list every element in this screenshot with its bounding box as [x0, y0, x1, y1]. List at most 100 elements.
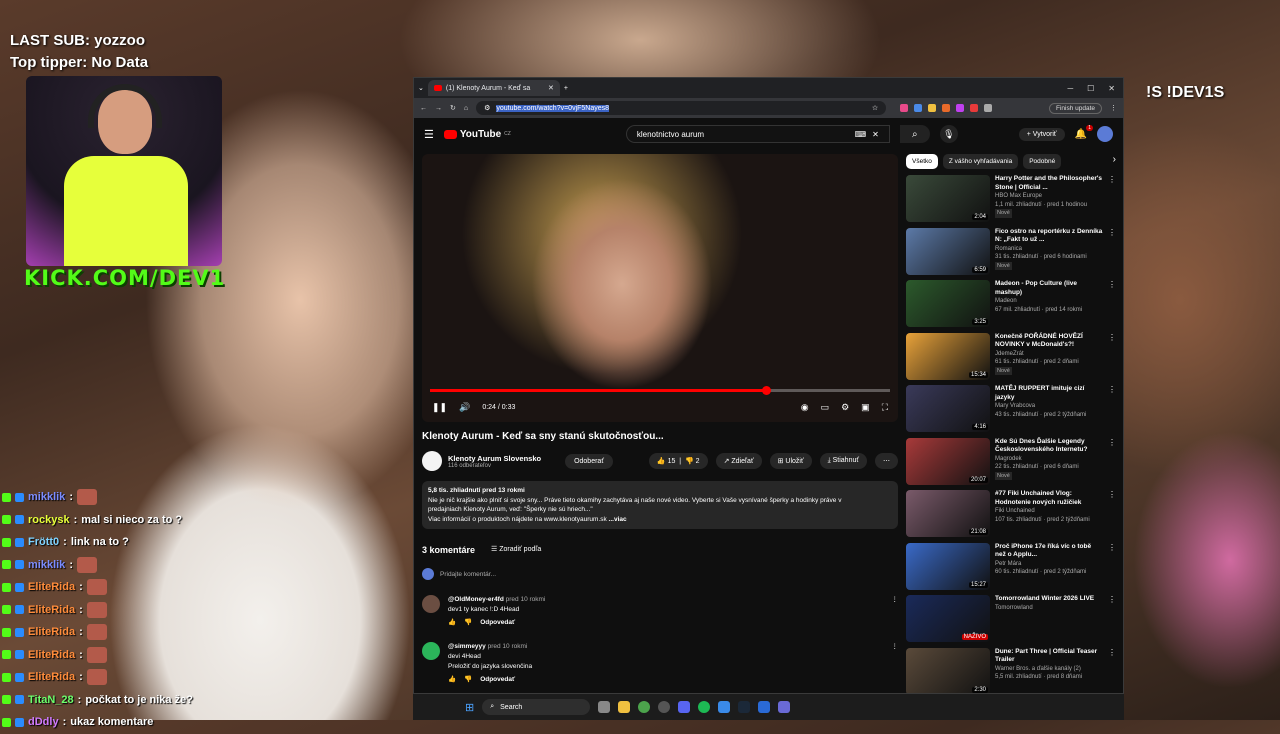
download-button[interactable]: ⤓ Stiahnuť — [819, 453, 867, 469]
chat-username[interactable]: EliteRida — [28, 626, 75, 638]
steam-icon[interactable] — [738, 701, 751, 713]
comment-menu-icon[interactable]: ⋮ — [892, 642, 899, 685]
comment-like-icon[interactable]: 👍 — [448, 618, 456, 628]
voice-search-icon[interactable]: 🎙 — [939, 125, 958, 143]
subtitles-icon[interactable]: ▭ — [821, 402, 830, 413]
notifications-icon[interactable]: 🔔 1 — [1075, 124, 1093, 140]
video-thumbnail[interactable]: NAŽIVO — [906, 595, 990, 642]
recommendation-item[interactable]: 15:34 Konečně POŘÁDNÉ HOVĚZÍ NOVINKY v Mc… — [906, 332, 1116, 386]
subscribe-button[interactable]: Odoberať — [565, 453, 613, 469]
show-more-link[interactable]: ...viac — [609, 516, 627, 523]
account-avatar[interactable] — [1097, 126, 1113, 142]
volume-icon[interactable]: 🔊 — [459, 402, 470, 413]
channel-name[interactable]: Klenoty Aurum Slovensko — [448, 454, 541, 463]
task-view-icon[interactable] — [598, 701, 611, 713]
video-thumbnail[interactable]: 4:16 — [906, 385, 990, 432]
tab-youtube[interactable]: (1) Klenoty Aurum - Keď sa ✕ — [427, 80, 560, 96]
rec-menu-icon[interactable]: ⋮ — [1108, 175, 1116, 228]
browser-menu-icon[interactable]: ⋮ — [1110, 104, 1117, 112]
filter-chip[interactable]: Podobné — [1023, 154, 1062, 169]
home-icon[interactable]: ⌂ — [464, 105, 468, 112]
recommendation-item[interactable]: 2:30 Dune: Part Three | Official Teaser T… — [906, 647, 1116, 694]
rec-menu-icon[interactable]: ⋮ — [1108, 543, 1116, 596]
minimize-icon[interactable]: ─ — [1067, 84, 1073, 93]
window-close-icon[interactable]: ✕ — [1108, 84, 1115, 93]
windows-start-icon[interactable]: ⊞ — [465, 701, 474, 714]
chat-username[interactable]: EliteRida — [28, 604, 75, 616]
maximize-icon[interactable]: ☐ — [1087, 84, 1094, 93]
reload-icon[interactable]: ↻ — [450, 104, 456, 112]
rec-title[interactable]: Madeon - Pop Culture (live mashup) — [995, 280, 1103, 297]
video-thumbnail[interactable]: 2:04 — [906, 175, 990, 222]
chrome-icon[interactable] — [638, 701, 651, 713]
rec-channel[interactable]: Romanica — [995, 245, 1103, 254]
rec-title[interactable]: Fico ostro na reportérku z Denníka N: „F… — [995, 228, 1103, 245]
extension-icon[interactable] — [970, 104, 979, 112]
video-progress-bar[interactable] — [430, 386, 890, 395]
tab-close-icon[interactable]: ✕ — [548, 84, 554, 92]
rec-channel[interactable]: HBO Max Europe — [995, 192, 1103, 201]
rec-menu-icon[interactable]: ⋮ — [1108, 385, 1116, 438]
forward-icon[interactable]: → — [435, 105, 442, 112]
recommendation-item[interactable]: 15:27 Proč iPhone 17e říká víc o tobě než… — [906, 542, 1116, 596]
rec-menu-icon[interactable]: ⋮ — [1108, 333, 1116, 386]
filter-chip[interactable]: Z vášho vyhľadávania — [942, 154, 1019, 169]
keyboard-icon[interactable]: ⌨ — [855, 130, 867, 139]
rec-channel[interactable]: Petr Mára — [995, 560, 1103, 569]
clear-search-icon[interactable]: ✕ — [872, 130, 879, 139]
rec-menu-icon[interactable]: ⋮ — [1108, 595, 1116, 648]
chat-username[interactable]: Frött0 — [28, 536, 59, 548]
new-tab-button[interactable]: + — [564, 85, 568, 92]
pause-icon[interactable]: ❚❚ — [432, 402, 447, 413]
like-button[interactable]: 👍 15 — [657, 458, 675, 465]
channel-avatar[interactable] — [422, 451, 442, 471]
extension-icon[interactable] — [956, 104, 965, 112]
chat-username[interactable]: mikklik — [28, 559, 65, 571]
spotify-icon[interactable] — [698, 701, 711, 713]
finish-update-button[interactable]: Finish update — [1048, 102, 1102, 114]
chat-username[interactable]: mikklik — [28, 491, 65, 503]
dislike-button[interactable]: 👎 2 — [685, 458, 700, 465]
rec-menu-icon[interactable]: ⋮ — [1108, 228, 1116, 281]
rec-channel[interactable]: JdemeZrát — [995, 350, 1103, 359]
filter-chip[interactable]: Všetko — [906, 154, 938, 169]
rec-title[interactable]: Tomorrowland Winter 2026 LIVE — [995, 595, 1103, 604]
chat-username[interactable]: EliteRida — [28, 649, 75, 661]
add-comment-field[interactable]: Pridajte komentár... — [422, 568, 898, 580]
share-button[interactable]: ↗ Zdieľať — [715, 453, 762, 469]
rec-title[interactable]: Harry Potter and the Philosopher's Stone… — [995, 175, 1103, 192]
rec-menu-icon[interactable]: ⋮ — [1108, 438, 1116, 491]
file-explorer-icon[interactable] — [618, 701, 631, 713]
app-icon[interactable] — [658, 701, 671, 713]
rec-menu-icon[interactable]: ⋮ — [1108, 648, 1116, 694]
save-button[interactable]: ⊞ Uložiť — [769, 453, 812, 469]
url-field[interactable]: ⚙ youtube.com/watch?v=0vjF5Nayes8 ☆ — [476, 101, 887, 115]
rec-channel[interactable]: Tomorrowland — [995, 604, 1103, 613]
reply-button[interactable]: Odpovedať — [480, 618, 515, 628]
fullscreen-icon[interactable]: ⛶ — [882, 402, 888, 413]
description-box[interactable]: 5,8 tis. zhliadnutí pred 13 rokmi Nie je… — [422, 481, 898, 529]
video-thumbnail[interactable]: 15:27 — [906, 542, 990, 590]
more-actions-icon[interactable]: ⋯ — [875, 453, 898, 469]
video-thumbnail[interactable]: 6:59 — [906, 227, 990, 275]
commenter-avatar[interactable] — [422, 595, 440, 613]
search-button[interactable]: ⌕ — [899, 125, 930, 143]
video-player[interactable]: ❚❚ 🔊 0:24 / 0:33 ◉ ▭ ⚙ ▣ ⛶ — [422, 154, 898, 422]
comment-menu-icon[interactable]: ⋮ — [892, 595, 899, 628]
recommendation-item[interactable]: 21:08 #77 Fiki Unchained Vlog: Hodnotenie… — [906, 490, 1116, 543]
rec-title[interactable]: MATĚJ RUPPERT imituje cizí jazyky — [995, 385, 1103, 402]
chips-next-icon[interactable]: › — [1113, 154, 1116, 169]
miniplayer-icon[interactable]: ▣ — [861, 402, 870, 413]
recommendation-item[interactable]: 20:07 Kde Sú Dnes Ďalšie Legendy Českoslo… — [906, 437, 1116, 491]
extension-icon[interactable] — [984, 104, 993, 112]
sort-button[interactable]: ☰ Zoradiť podľa — [491, 545, 541, 555]
video-thumbnail[interactable]: 3:25 — [906, 280, 990, 327]
rec-channel[interactable]: Fiki Unchained — [995, 507, 1103, 516]
video-thumbnail[interactable]: 21:08 — [906, 490, 990, 537]
chat-username[interactable]: EliteRida — [28, 581, 75, 593]
video-thumbnail[interactable]: 20:07 — [906, 437, 990, 485]
site-info-icon[interactable]: ⚙ — [484, 104, 490, 112]
app-icon[interactable] — [718, 701, 731, 713]
recommendation-item[interactable]: 6:59 Fico ostro na reportérku z Denníka N… — [906, 227, 1116, 281]
commenter-avatar[interactable] — [422, 642, 440, 660]
